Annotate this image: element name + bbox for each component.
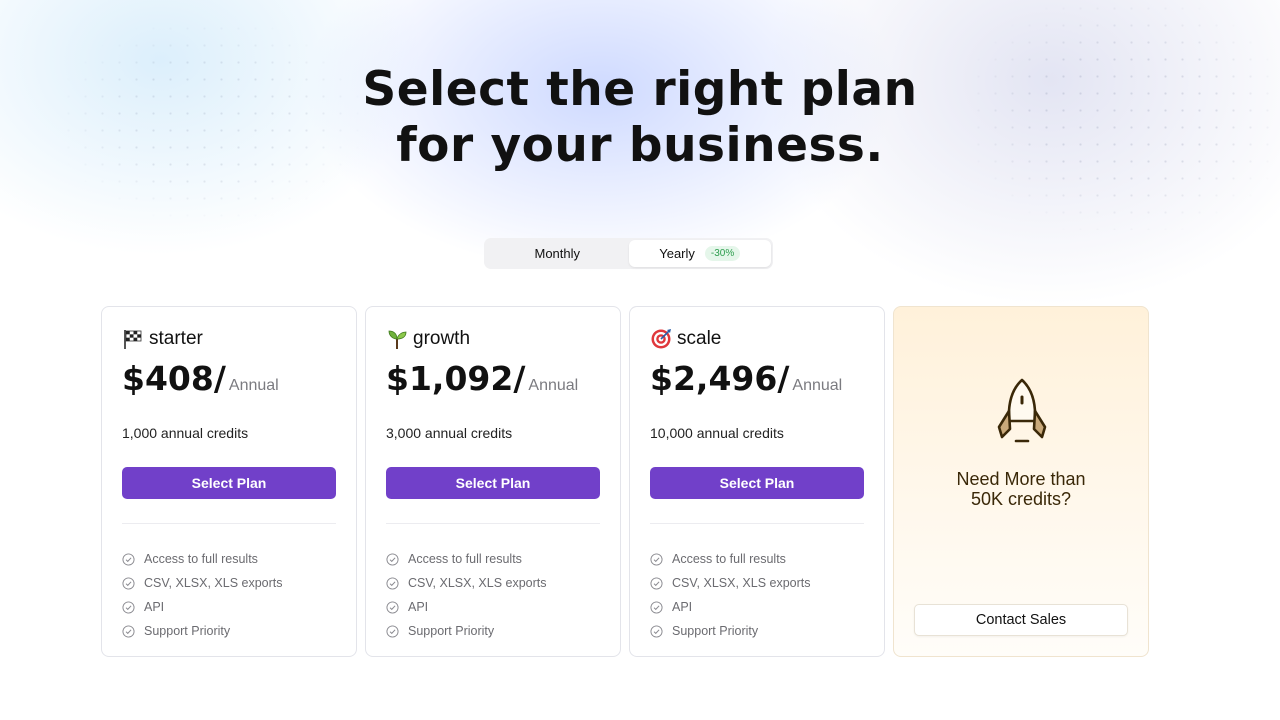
feature-item: Access to full results [650, 547, 811, 571]
check-circle-icon [122, 576, 135, 590]
plan-card-growth: growth $1,092/ Annual 3,000 annual credi… [365, 306, 621, 657]
yearly-toggle-option[interactable]: Yearly -30% [628, 240, 771, 267]
feature-item: API [122, 595, 283, 619]
price-period: Annual [528, 377, 579, 394]
feature-item: API [386, 595, 547, 619]
rocket-icon [997, 378, 1047, 443]
feature-label: CSV, XLSX, XLS exports [672, 576, 811, 590]
feature-label: Access to full results [672, 552, 786, 566]
feature-item: CSV, XLSX, XLS exports [122, 571, 283, 595]
select-plan-button-scale[interactable]: Select Plan [650, 467, 864, 499]
feature-label: API [408, 600, 429, 614]
feature-label: API [144, 600, 165, 614]
check-circle-icon [122, 552, 135, 566]
select-plan-button-starter[interactable]: Select Plan [122, 467, 336, 499]
yearly-label: Yearly [659, 246, 695, 261]
feature-item: Support Priority [122, 619, 283, 643]
plan-name: growth [413, 328, 471, 349]
feature-item: Support Priority [650, 619, 811, 643]
feature-label: Support Priority [672, 624, 759, 638]
seedling-icon [388, 330, 407, 350]
plan-card-starter: starter $408/ Annual 1,000 annual credit… [101, 306, 357, 657]
page-title: Select the right plan for your business. [0, 62, 1280, 174]
plan-name: starter [149, 328, 203, 349]
feature-list: Access to full results CSV, XLSX, XLS ex… [650, 547, 811, 643]
contact-sales-button[interactable]: Contact Sales [914, 604, 1128, 636]
plan-price: $1,092/ Annual [386, 359, 578, 398]
price-period: Annual [792, 377, 843, 394]
feature-item: Access to full results [386, 547, 547, 571]
check-circle-icon [650, 552, 663, 566]
feature-label: Support Priority [144, 624, 231, 638]
feature-label: Support Priority [408, 624, 495, 638]
plan-credits: 3,000 annual credits [386, 425, 513, 441]
feature-list: Access to full results CSV, XLSX, XLS ex… [122, 547, 283, 643]
price-amount: $408/ [122, 359, 226, 398]
plan-credits: 1,000 annual credits [122, 425, 249, 441]
feature-item: CSV, XLSX, XLS exports [650, 571, 811, 595]
plan-price: $408/ Annual [122, 359, 279, 398]
divider [386, 523, 600, 524]
price-amount: $2,496/ [650, 359, 790, 398]
plan-credits: 10,000 annual credits [650, 425, 784, 441]
select-plan-button-growth[interactable]: Select Plan [386, 467, 600, 499]
feature-label: Access to full results [144, 552, 258, 566]
enterprise-heading-line-1: Need More than [956, 469, 1086, 489]
check-circle-icon [386, 552, 399, 566]
check-circle-icon [122, 600, 135, 614]
feature-label: Access to full results [408, 552, 522, 566]
feature-item: CSV, XLSX, XLS exports [386, 571, 547, 595]
check-circle-icon [650, 576, 663, 590]
feature-item: Support Priority [386, 619, 547, 643]
feature-label: CSV, XLSX, XLS exports [408, 576, 547, 590]
plan-name-row: starter [122, 327, 203, 351]
monthly-toggle-option[interactable]: Monthly [486, 240, 629, 267]
divider [650, 523, 864, 524]
enterprise-heading: Need More than 50K credits? [894, 469, 1148, 509]
target-icon [651, 329, 671, 349]
divider [122, 523, 336, 524]
billing-period-toggle: Monthly Yearly -30% [484, 238, 773, 269]
feature-list: Access to full results CSV, XLSX, XLS ex… [386, 547, 547, 643]
enterprise-heading-line-2: 50K credits? [970, 489, 1072, 509]
discount-badge: -30% [704, 246, 741, 261]
check-circle-icon [650, 600, 663, 614]
feature-item: Access to full results [122, 547, 283, 571]
price-amount: $1,092/ [386, 359, 526, 398]
plan-name: scale [677, 328, 722, 349]
checkered-flag-icon [124, 330, 142, 349]
page-title-line-1: Select the right plan [362, 62, 918, 117]
check-circle-icon [122, 624, 135, 638]
check-circle-icon [386, 600, 399, 614]
plan-name-row: scale [650, 327, 721, 351]
plan-name-row: growth [386, 327, 470, 351]
enterprise-card: Need More than 50K credits? Contact Sale… [893, 306, 1149, 657]
feature-item: API [650, 595, 811, 619]
feature-label: API [672, 600, 693, 614]
plan-price: $2,496/ Annual [650, 359, 842, 398]
plan-card-scale: scale $2,496/ Annual 10,000 annual credi… [629, 306, 885, 657]
check-circle-icon [386, 624, 399, 638]
page-title-line-2: for your business. [396, 118, 884, 173]
check-circle-icon [650, 624, 663, 638]
price-period: Annual [228, 377, 279, 394]
check-circle-icon [386, 576, 399, 590]
feature-label: CSV, XLSX, XLS exports [144, 576, 283, 590]
